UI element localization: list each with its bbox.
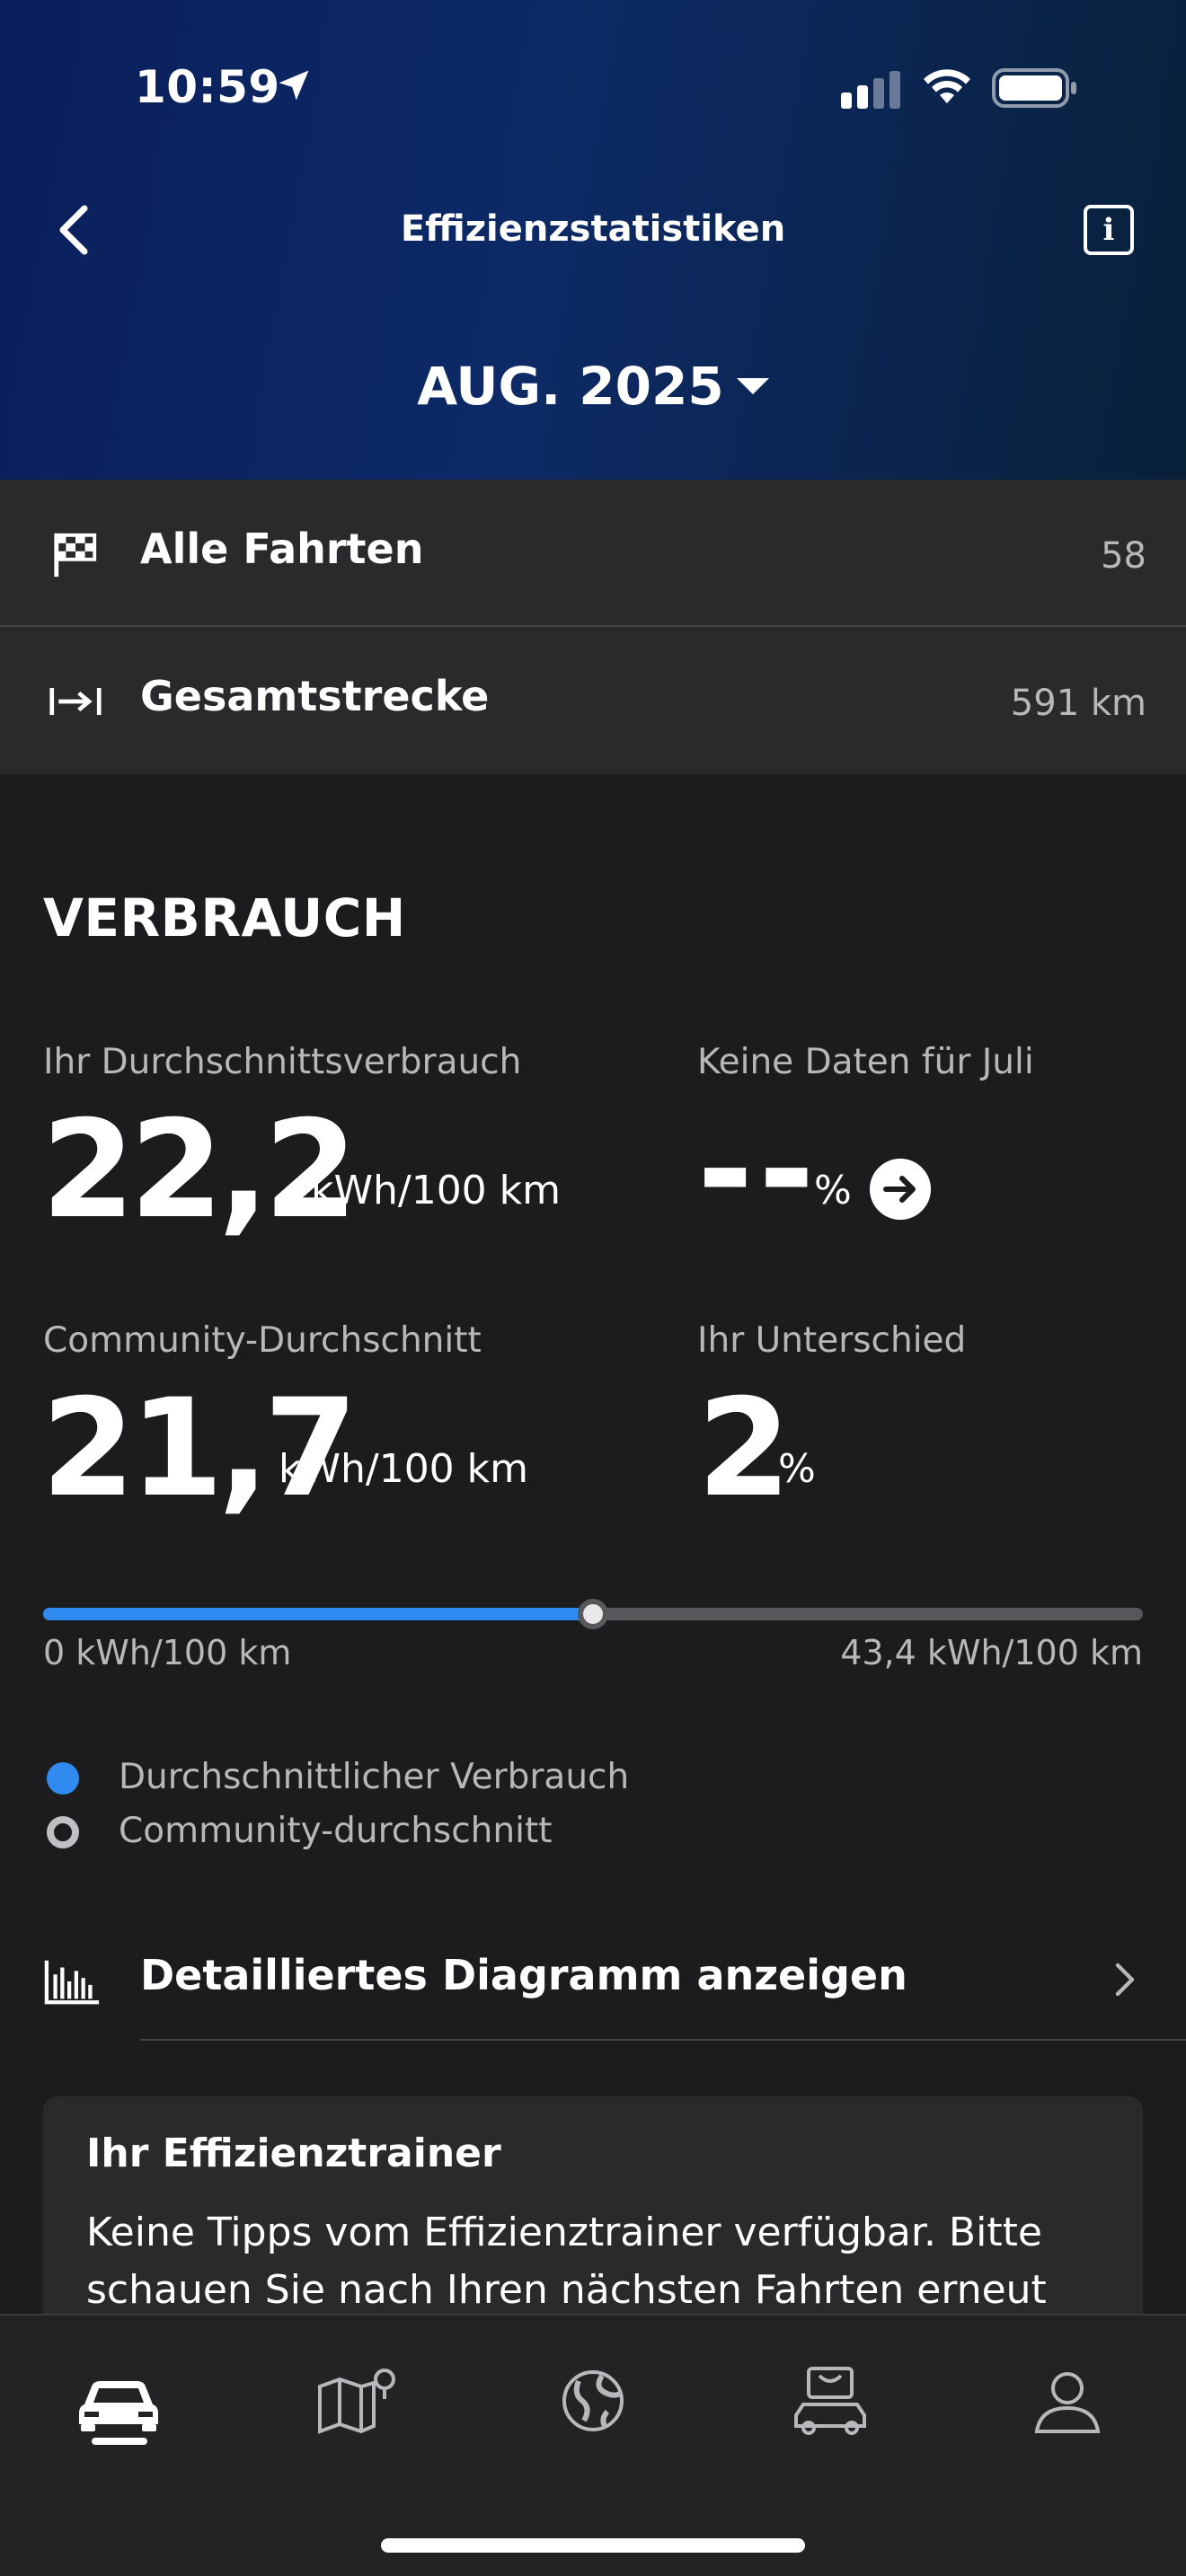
page-title: Effizienzstatistiken [400, 208, 786, 250]
average-value: 22,2 [41, 1092, 358, 1248]
community-label: Community-Durchschnitt [43, 1320, 482, 1361]
tab-bar [0, 2314, 1186, 2576]
scale-min-label: 0 kWh/100 km [43, 1633, 292, 1672]
arrow-right-circle-icon[interactable] [870, 1159, 931, 1220]
battery-icon [992, 68, 1076, 108]
bar-chart-icon [44, 1960, 100, 2005]
detailed-diagram-link[interactable]: Detailliertes Diagramm anzeigen [0, 1933, 1186, 2041]
section-title: VERBRAUCH [43, 887, 406, 948]
trips-value: 58 [1101, 535, 1146, 577]
average-unit: kWh/100 km [311, 1168, 562, 1213]
trips-row: Alle Fahrten 58 [0, 480, 1186, 627]
difference-value: 2 [697, 1371, 791, 1527]
legend-label-average: Durchschnittlicher Verbrauch [119, 1757, 630, 1797]
difference-label: Ihr Unterschied [697, 1320, 967, 1361]
shop-car-icon [794, 2367, 866, 2435]
month-selector[interactable]: AUG. 2025 [0, 356, 1186, 417]
chevron-right-icon [1115, 1963, 1135, 1997]
month-label: AUG. 2025 [417, 356, 724, 417]
diagram-link-label: Detailliertes Diagramm anzeigen [140, 1951, 907, 1999]
tab-car[interactable] [74, 2360, 164, 2441]
diagram-divider [140, 2039, 1186, 2041]
distance-arrow-icon [49, 688, 102, 715]
home-indicator [381, 2538, 805, 2553]
car-icon [79, 2381, 158, 2431]
globe-icon [562, 2370, 624, 2431]
map-icon [318, 2369, 395, 2434]
scale-max-label: 43,4 kWh/100 km [840, 1633, 1143, 1672]
tab-world[interactable] [548, 2360, 638, 2441]
legend-dot-community [47, 1816, 79, 1848]
tab-shop[interactable] [785, 2360, 875, 2441]
header: 10:59 Effizienzstatistiken i AUG. 2025 [0, 0, 1186, 480]
community-unit: kWh/100 km [279, 1446, 529, 1492]
info-icon[interactable]: i [1084, 205, 1134, 255]
previous-unit: % [814, 1168, 852, 1213]
distance-value: 591 km [1010, 683, 1146, 724]
previous-value: -- [697, 1092, 820, 1248]
legend-label-community: Community-durchschnitt [119, 1811, 553, 1851]
community-marker [578, 1599, 608, 1629]
location-arrow-icon [279, 70, 309, 101]
tab-map[interactable] [313, 2360, 403, 2441]
tab-profile[interactable] [1022, 2360, 1112, 2441]
trainer-text: Keine Tipps vom Effizienztrainer verfügb… [86, 2210, 1047, 2313]
status-time: 10:59 [135, 61, 280, 113]
cellular-signal-icon [841, 71, 900, 109]
user-consumption-bar [43, 1608, 606, 1620]
active-tab-indicator [92, 2438, 147, 2445]
legend-dot-average [47, 1762, 79, 1795]
previous-label: Keine Daten für Juli [697, 1042, 1034, 1082]
distance-label: Gesamtstrecke [140, 672, 490, 720]
checkered-flag-icon [54, 533, 97, 578]
wifi-icon [924, 69, 970, 103]
difference-unit: % [778, 1446, 816, 1492]
caret-down-icon [736, 377, 769, 394]
trainer-title: Ihr Effizienztrainer [86, 2130, 501, 2176]
profile-icon [1034, 2372, 1101, 2433]
average-label: Ihr Durchschnittsverbrauch [43, 1042, 522, 1082]
distance-row: Gesamtstrecke 591 km [0, 627, 1186, 774]
trips-label: Alle Fahrten [140, 525, 424, 573]
